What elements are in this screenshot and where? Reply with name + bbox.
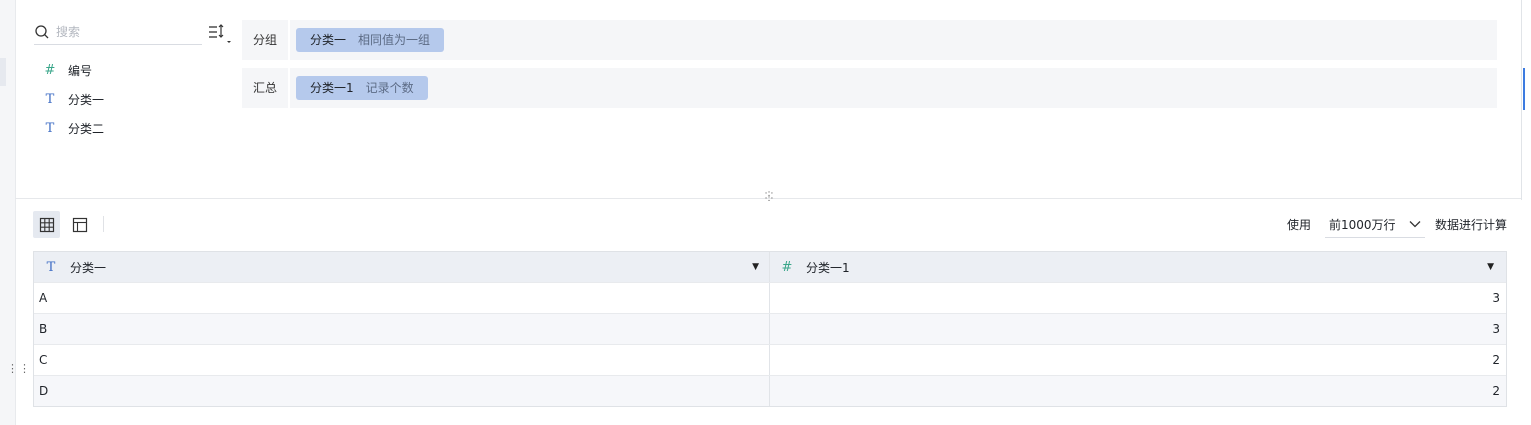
- column-header-label: 分类一1: [806, 260, 850, 275]
- panel-drag-handle-icon[interactable]: ⋮⋮: [7, 363, 31, 374]
- column-header-fenlei-yi-1[interactable]: # 分类一1 ▼: [770, 252, 1506, 282]
- group-row: 分组 分类一 相同值为一组: [242, 20, 1497, 60]
- chip-field-name: 分类一: [310, 33, 347, 47]
- table-cell: B: [34, 314, 770, 344]
- summary-label: 汇总: [242, 68, 290, 108]
- table-cell: D: [34, 376, 770, 406]
- number-field-icon: #: [781, 259, 793, 275]
- text-field-icon: T: [45, 121, 55, 136]
- search-input[interactable]: [56, 25, 186, 39]
- table-row: C 2: [34, 345, 1506, 376]
- left-gutter: ⋮⋮: [0, 0, 30, 425]
- summary-row: 汇总 分类一1 记录个数: [242, 68, 1497, 108]
- sort-dropdown-button[interactable]: [207, 22, 233, 44]
- column-header-fenlei-yi[interactable]: T 分类一 ▼: [34, 252, 770, 282]
- field-item-fenlei-er[interactable]: T 分类二: [40, 114, 104, 143]
- right-edge-divider: [1521, 0, 1522, 200]
- caret-down-icon[interactable]: ▼: [1487, 262, 1494, 272]
- right-scroll-indicator[interactable]: [1523, 68, 1525, 110]
- field-item-fenlei-yi[interactable]: T 分类一: [40, 85, 104, 114]
- text-field-icon: T: [46, 259, 56, 275]
- summary-field-chip[interactable]: 分类一1 记录个数: [296, 76, 428, 100]
- pivot-view-button[interactable]: [66, 211, 93, 238]
- table-cell: 2: [1492, 384, 1500, 398]
- field-item-bianhao[interactable]: # 编号: [40, 56, 104, 85]
- table-view-button[interactable]: [33, 211, 60, 238]
- splitter-drag-handle-icon[interactable]: ·:· ·:·: [760, 190, 778, 204]
- group-label: 分组: [242, 20, 290, 60]
- sort-icon: [209, 24, 231, 43]
- field-label: 分类一: [68, 93, 105, 107]
- number-field-icon: #: [44, 63, 56, 78]
- table-row: A 3: [34, 283, 1506, 314]
- field-list: # 编号 T 分类一 T 分类二: [40, 56, 104, 143]
- chip-field-name: 分类一1: [310, 81, 354, 95]
- data-table: T 分类一 ▼ # 分类一1 ▼ A 3 B 3 C 2 D 2: [33, 251, 1507, 407]
- column-header-label: 分类一: [70, 260, 107, 275]
- search-icon: [35, 25, 49, 39]
- table-header-row: T 分类一 ▼ # 分类一1 ▼: [34, 252, 1506, 283]
- group-field-chip[interactable]: 分类一 相同值为一组: [296, 28, 445, 52]
- row-limit-value: 前1000万行: [1328, 217, 1396, 232]
- table-cell: 3: [1492, 322, 1500, 336]
- field-search: [34, 20, 202, 45]
- chevron-down-icon: [1409, 221, 1421, 228]
- table-row: D 2: [34, 376, 1506, 406]
- text-field-icon: T: [45, 92, 55, 107]
- field-label: 编号: [68, 64, 93, 78]
- table-row: B 3: [34, 314, 1506, 345]
- toolbar-divider: [103, 216, 104, 232]
- grid-icon: [39, 217, 54, 232]
- field-label: 分类二: [68, 122, 105, 136]
- table-cell: 2: [1492, 353, 1500, 367]
- table-cell: 3: [1492, 291, 1500, 305]
- layout-icon: [72, 217, 87, 232]
- row-limit-control: 使用 前1000万行 数据进行计算: [1287, 211, 1507, 238]
- use-label: 使用: [1286, 218, 1311, 232]
- caret-down-icon[interactable]: ▼: [752, 262, 759, 272]
- chip-field-mode: 相同值为一组: [358, 33, 431, 47]
- table-cell: C: [34, 345, 770, 375]
- compute-label: 数据进行计算: [1434, 218, 1507, 232]
- chip-field-mode: 记录个数: [365, 81, 414, 95]
- row-limit-select[interactable]: 前1000万行: [1324, 212, 1425, 238]
- collapsed-panel-marker[interactable]: [0, 58, 6, 86]
- table-cell: A: [34, 283, 770, 313]
